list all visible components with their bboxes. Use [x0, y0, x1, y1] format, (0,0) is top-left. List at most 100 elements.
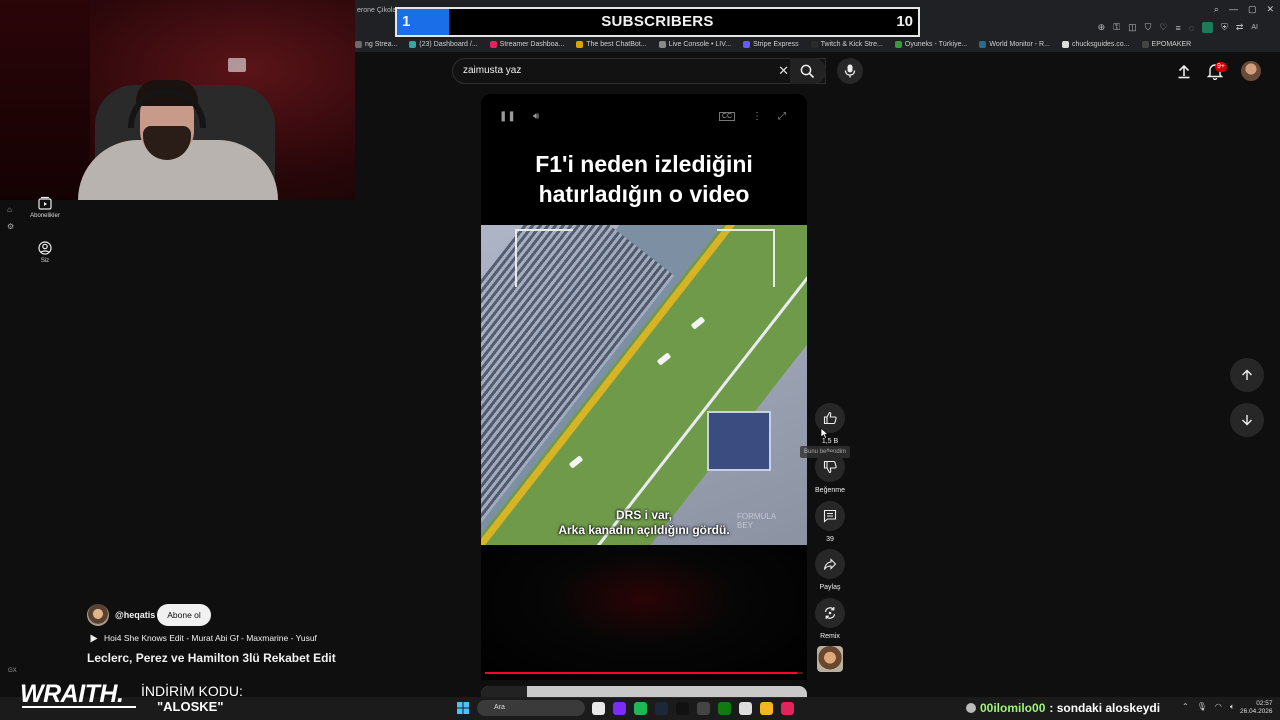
search-tabs-icon[interactable]: ⌕ — [1214, 4, 1219, 15]
captions-icon[interactable]: CC — [719, 112, 736, 121]
like-count: 1,5 B — [821, 438, 839, 445]
bookmark-item[interactable]: Oyuneks - Türkiye... — [894, 38, 968, 50]
voice-search-button[interactable] — [837, 58, 863, 84]
chat-username: 00ilomilo00 — [980, 701, 1046, 715]
search-input[interactable]: zaimusta yaz — [463, 65, 521, 76]
close-window-icon[interactable]: ✕ — [1266, 4, 1274, 15]
remix-button[interactable]: Remix — [814, 598, 846, 640]
shorts-player[interactable]: ❚❚ 🔊︎ CC ⋮ ⤢ F1'i neden izlediğini hatır… — [481, 94, 807, 680]
bookmark-item[interactable]: Stripe Express — [743, 38, 799, 50]
clock-time: 02:57 — [1256, 700, 1273, 707]
browser-tab[interactable]: erone Çikolat — [357, 7, 398, 14]
channel-avatar[interactable] — [87, 604, 109, 626]
bookmark-favicon-icon — [1141, 40, 1149, 48]
channel-handle[interactable]: @heqatis — [115, 610, 155, 620]
video-headline-line1: F1'i neden izlediğini — [535, 151, 753, 177]
settings-mini-icon[interactable]: ⚙ — [7, 222, 14, 231]
taskbar-clock[interactable]: 02:57 26.04.2026 — [1240, 700, 1273, 716]
sound-source-avatar[interactable] — [817, 646, 843, 672]
microphone-icon — [844, 64, 856, 78]
zoom-icon[interactable]: ⊕ — [1098, 22, 1106, 33]
search-button[interactable] — [790, 58, 826, 84]
bookmark-label: Twitch & Kick Stre... — [820, 40, 883, 48]
vpn-icon[interactable]: ⛨ — [1221, 22, 1228, 33]
key-icon[interactable]: ⚿ — [1113, 22, 1120, 33]
taskbar-app-icon[interactable] — [718, 702, 731, 715]
taskbar-search[interactable]: Ara — [477, 700, 585, 716]
bookmark-label: Oyuneks - Türkiye... — [904, 40, 968, 48]
video-lower-area — [481, 545, 807, 680]
bookmark-item[interactable]: (23) Dashboard /... — [409, 38, 478, 50]
bookmark-favicon-icon — [355, 40, 362, 48]
comment-count: 39 — [826, 536, 834, 543]
pause-icon[interactable]: ❚❚ — [499, 111, 516, 122]
fullscreen-icon[interactable]: ⤢ — [778, 111, 786, 122]
speaker-icon[interactable]: 🔈︎ — [1230, 702, 1235, 712]
watermark-text: FORMULA — [737, 512, 777, 521]
dislike-button[interactable]: Beğenme — [814, 452, 846, 494]
taskbar-app-icon[interactable] — [592, 702, 605, 715]
comments-button[interactable]: 39 — [814, 501, 846, 543]
heart-icon[interactable]: ♡ — [1159, 22, 1167, 33]
sponsor-logo: WRAITH. — [20, 680, 124, 708]
search-box[interactable]: zaimusta yaz ✕ — [452, 58, 826, 84]
music-info[interactable]: Hoi4 She Knows Edit - Murat Abi Gf - Max… — [90, 633, 317, 643]
bookmark-favicon-icon — [810, 40, 818, 48]
subscribe-button[interactable]: Abone ol — [157, 604, 211, 626]
upload-icon[interactable] — [1175, 62, 1193, 80]
maximize-icon[interactable]: ▢ — [1248, 4, 1257, 15]
music-title: Hoi4 She Knows Edit - Murat Abi Gf - Max… — [104, 633, 317, 643]
bookmark-item[interactable]: EPOMAKER — [1141, 38, 1191, 50]
comment-icon — [823, 509, 837, 523]
tray-chevron-icon[interactable]: ⌃ — [1182, 702, 1189, 712]
taskbar-app-icon[interactable] — [760, 702, 773, 715]
bookmark-item[interactable]: World Monitor - R... — [979, 38, 1050, 50]
share-button[interactable]: Paylaş — [814, 549, 846, 591]
extension-chip-icon[interactable] — [1202, 22, 1214, 33]
ai-button[interactable]: AI — [1251, 24, 1258, 31]
windows-start-icon[interactable] — [457, 702, 469, 714]
bookmark-item[interactable]: ng Strea... — [355, 38, 397, 50]
bookmark-item[interactable]: Twitch & Kick Stre... — [810, 38, 883, 50]
taskbar-app-icon[interactable] — [739, 702, 752, 715]
sidebar-item-subscriptions[interactable]: Abonelikler — [22, 196, 68, 219]
more-options-icon[interactable]: ⋮ — [752, 111, 762, 122]
messenger-icon[interactable]: ◌ — [1189, 23, 1194, 33]
mouse-cursor-icon — [820, 427, 829, 439]
bookmark-item[interactable]: Streamer Dashboa... — [489, 38, 564, 50]
microphone-tray-icon[interactable]: 🎙︎ — [1197, 702, 1207, 712]
like-button[interactable]: 1,5 B — [814, 403, 846, 445]
menu-icon[interactable]: ≡ — [1175, 23, 1180, 33]
thumbs-down-icon — [823, 460, 837, 474]
bookmark-favicon-icon — [658, 40, 666, 48]
video-progress-fill — [485, 672, 797, 674]
taskbar-app-icon[interactable] — [634, 702, 647, 715]
video-progress-bar[interactable] — [485, 672, 803, 674]
bookmark-item[interactable]: chucksguides.co... — [1061, 38, 1130, 50]
sidebar-item-you[interactable]: Siz — [22, 241, 68, 264]
taskbar-app-icon[interactable] — [655, 702, 668, 715]
minimize-icon[interactable]: — — [1229, 4, 1238, 15]
home-mini-icon[interactable]: ⌂ — [7, 205, 12, 214]
translate-icon[interactable]: ⇄ — [1236, 22, 1244, 33]
account-avatar[interactable] — [1241, 61, 1261, 81]
race-footage: DRS i var, Arka kanadın açıldığını gördü… — [481, 225, 807, 545]
promo-label: İNDİRİM KODU: — [141, 683, 243, 699]
taskbar-app-icon[interactable] — [781, 702, 794, 715]
extension-icon[interactable]: ◫ — [1128, 22, 1137, 33]
taskbar-app-icon[interactable] — [676, 702, 689, 715]
bookmark-label: Live Console • LIV... — [668, 40, 732, 48]
chat-message: 00ilomilo00 : sondaki aloskeydi — [966, 701, 1160, 715]
clear-search-icon[interactable]: ✕ — [778, 63, 789, 79]
taskbar-app-icon[interactable] — [697, 702, 710, 715]
chat-text: : sondaki aloskeydi — [1049, 701, 1161, 715]
wifi-icon[interactable]: ◠ — [1215, 702, 1222, 712]
volume-icon[interactable]: 🔊︎ — [533, 111, 539, 122]
taskbar-app-icon[interactable] — [613, 702, 626, 715]
previous-short-button[interactable] — [1230, 358, 1264, 392]
next-short-button[interactable] — [1230, 403, 1264, 437]
bookmark-item[interactable]: Live Console • LIV... — [658, 38, 732, 50]
bookmark-item[interactable]: The best ChatBot... — [576, 38, 647, 50]
bookmark-label: World Monitor - R... — [989, 40, 1050, 48]
shield-icon[interactable]: ⛉ — [1145, 22, 1152, 33]
